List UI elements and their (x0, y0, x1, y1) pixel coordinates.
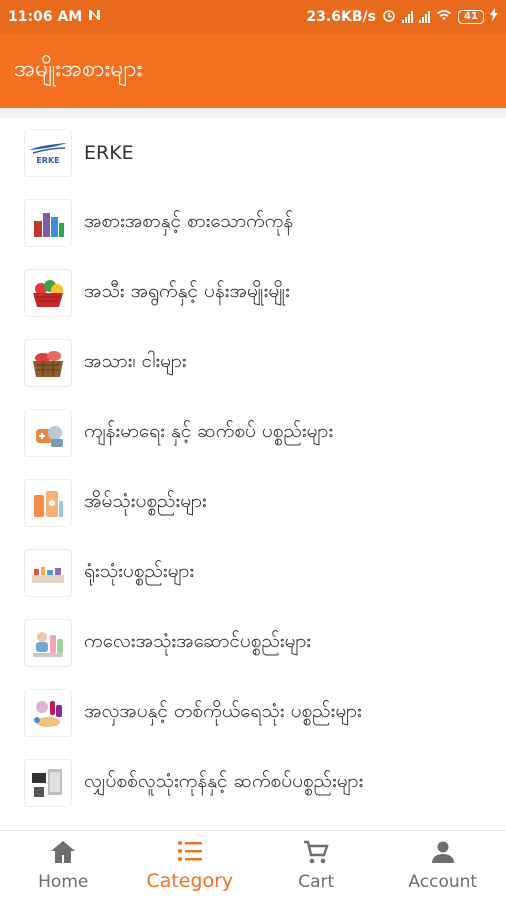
meat-basket-image (24, 339, 72, 387)
category-item-beauty[interactable]: အလှအပနှင့် တစ်ကိုယ်ရေသုံး ပစ္စည်းများ (0, 678, 506, 748)
tab-category[interactable]: Category (127, 831, 254, 900)
category-label: အသီး အရွက်နှင့် ပန်းအမျိုးမျိုး (84, 280, 290, 302)
bottom-navigation: Home Category Cart Account (0, 830, 506, 900)
home-icon (49, 839, 77, 869)
status-time: 11:06 AM (8, 8, 83, 25)
cosmetics-image (24, 689, 72, 737)
category-item-electronics[interactable]: လျှပ်စစ်လူသုံးကုန်နှင့် ဆက်စပ်ပစ္စည်းမျာ… (0, 748, 506, 818)
category-item-household[interactable]: အိမ်သုံးပစ္စည်းများ (0, 468, 506, 538)
category-item-office[interactable]: ရုံးသုံးပစ္စည်းများ (0, 538, 506, 608)
category-list: ERKE ERKE အစားအစာနှင့် စားသောက်ကုန် အသီး… (0, 118, 506, 830)
category-item-groceries[interactable]: အစားအစာနှင့် စားသောက်ကုန် (0, 188, 506, 258)
health-products-image (24, 409, 72, 457)
category-item-fruits-vegetables[interactable]: အသီး အရွက်နှင့် ပန်းအမျိုးမျိုး (0, 258, 506, 328)
category-item-health[interactable]: ကျန်းမာရေး နှင့် ဆက်စပ် ပစ္စည်းများ (0, 398, 506, 468)
category-label: ERKE (84, 142, 134, 164)
tab-label: Category (146, 870, 234, 892)
app-bar: အမျိုးအစားများ (0, 33, 506, 108)
wifi-icon (436, 9, 452, 25)
tab-label: Account (408, 872, 478, 892)
tab-label: Cart (298, 872, 335, 892)
account-icon (429, 839, 457, 869)
cart-icon (302, 839, 330, 869)
tab-home[interactable]: Home (0, 831, 127, 900)
status-bar: 11:06 AM 23.6KB/s 41 (0, 0, 506, 33)
notification-icon (88, 9, 102, 25)
category-item-meat-fish[interactable]: အသား၊ ငါးများ (0, 328, 506, 398)
charging-icon (490, 8, 498, 25)
baby-products-image (24, 619, 72, 667)
alarm-icon (382, 8, 396, 26)
status-left: 11:06 AM (8, 9, 102, 25)
groceries-image (24, 199, 72, 247)
office-supplies-image (24, 549, 72, 597)
category-label: လျှပ်စစ်လူသုံးကုန်နှင့် ဆက်စပ်ပစ္စည်းမျာ… (84, 770, 364, 792)
category-label: အစားအစာနှင့် စားသောက်ကုန် (84, 210, 294, 232)
signal-icon (419, 10, 430, 23)
network-speed: 23.6KB/s (306, 8, 376, 25)
household-image (24, 479, 72, 527)
electronics-image (24, 759, 72, 807)
tab-account[interactable]: Account (380, 831, 506, 900)
erke-logo: ERKE (24, 129, 72, 177)
category-label: အိမ်သုံးပစ္စည်းများ (84, 490, 207, 512)
svg-text:ERKE: ERKE (36, 156, 59, 165)
tab-label: Home (38, 872, 89, 892)
list-icon (176, 839, 204, 867)
fruit-basket-image (24, 269, 72, 317)
category-label: ကျန်းမာရေး နှင့် ဆက်စပ် ပစ္စည်းများ (84, 420, 334, 442)
category-label: အလှအပနှင့် တစ်ကိုယ်ရေသုံး ပစ္စည်းများ (84, 700, 362, 722)
category-item-erke[interactable]: ERKE ERKE (0, 118, 506, 188)
category-label: ရုံးသုံးပစ္စည်းများ (84, 560, 195, 582)
page-title: အမျိုးအစားများ (14, 55, 143, 82)
battery-icon: 41 (458, 9, 484, 24)
tab-cart[interactable]: Cart (253, 831, 380, 900)
category-label: အသား၊ ငါးများ (84, 350, 187, 372)
category-item-baby[interactable]: ကလေးအသုံးအဆောင်ပစ္စည်းများ (0, 608, 506, 678)
category-label: ကလေးအသုံးအဆောင်ပစ္စည်းများ (84, 630, 312, 652)
status-right: 23.6KB/s 41 (306, 8, 498, 26)
signal-icon (402, 10, 413, 23)
